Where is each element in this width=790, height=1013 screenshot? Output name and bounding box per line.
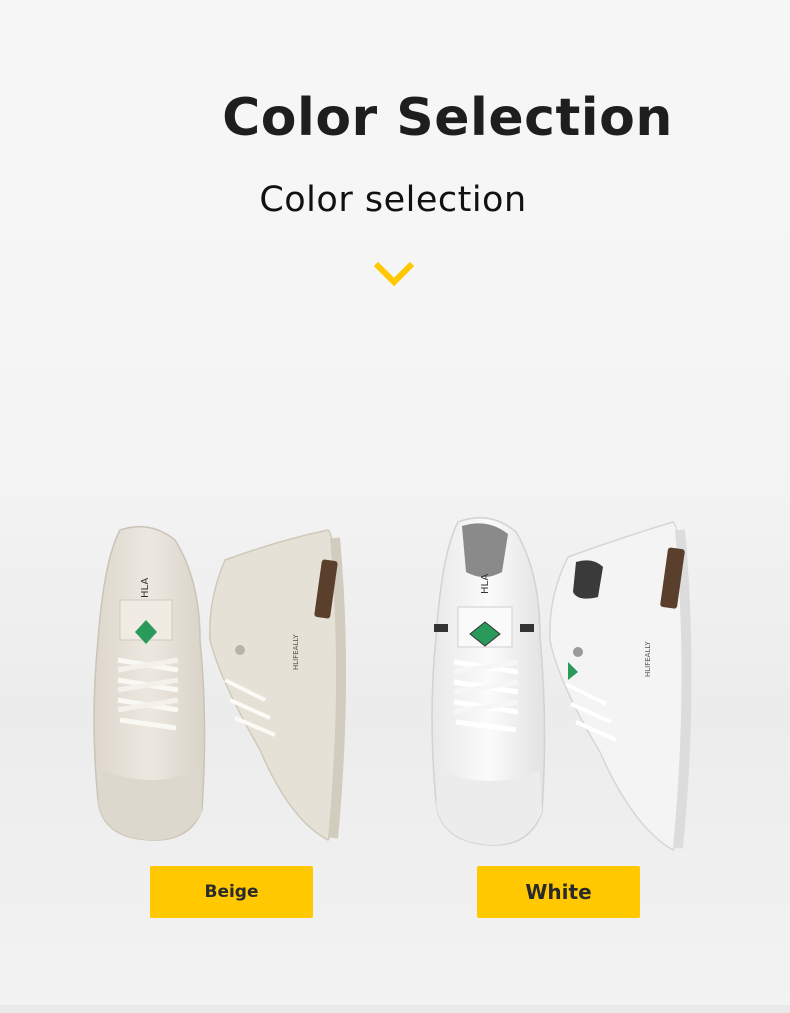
- color-option-white-label: White: [525, 880, 592, 904]
- color-option-white-button[interactable]: White: [477, 866, 640, 918]
- beige-side-brand-text: HLIFEALLY: [292, 634, 300, 670]
- footer-divider: [0, 1005, 790, 1013]
- page-subtitle: Color selection: [259, 180, 527, 220]
- color-option-beige-button[interactable]: Beige: [150, 866, 313, 918]
- page-title: Color Selection: [222, 88, 673, 148]
- beige-shoe-pair-image: HLIFEALLY HLA: [93, 525, 347, 841]
- chevron-down-icon: [373, 261, 415, 287]
- white-tongue-text: HLA: [480, 574, 491, 594]
- beige-tongue-text: HLA: [140, 578, 151, 598]
- white-side-brand-text: HLIFEALLY: [644, 641, 652, 677]
- color-option-beige-label: Beige: [204, 882, 259, 902]
- white-shoe-pair-image: HLIFEALLY HLA: [431, 517, 692, 852]
